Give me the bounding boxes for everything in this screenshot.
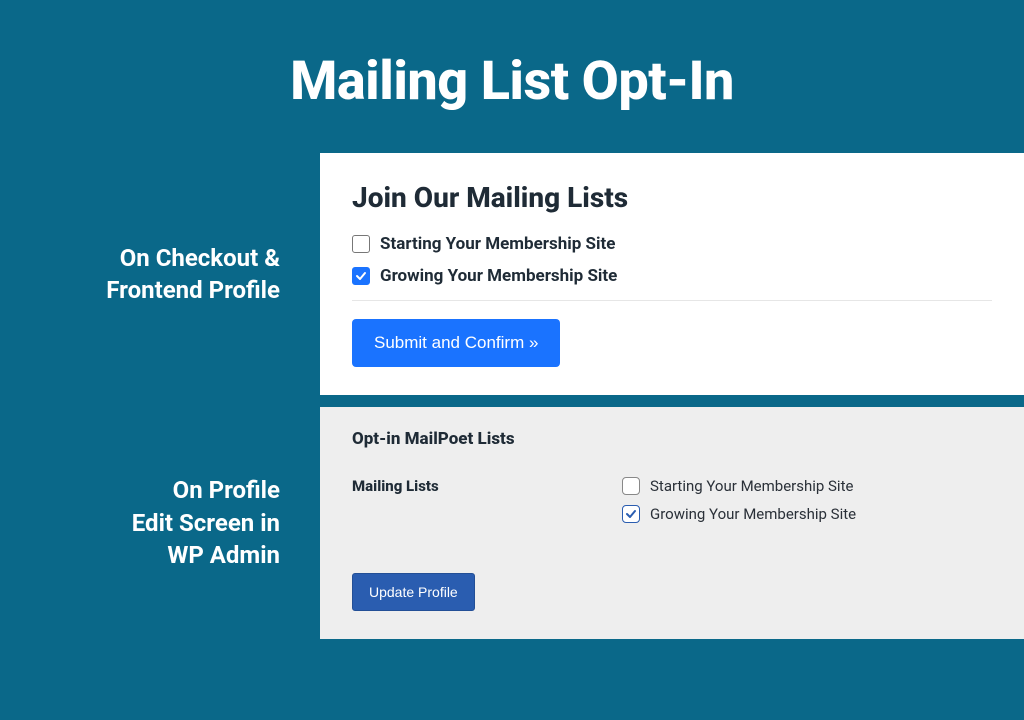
mailing-list-option[interactable]: Starting Your Membership Site bbox=[352, 234, 992, 254]
panel-heading: Join Our Mailing Lists bbox=[352, 181, 992, 214]
field-label: Mailing Lists bbox=[352, 477, 582, 495]
caption-line: Edit Screen in bbox=[0, 507, 280, 539]
option-label: Growing Your Membership Site bbox=[380, 266, 617, 286]
section-checkout: On Checkout & Frontend Profile Join Our … bbox=[0, 153, 1024, 395]
panel-wpadmin: Opt-in MailPoet Lists Mailing Lists Star… bbox=[320, 407, 1024, 639]
option-label: Starting Your Membership Site bbox=[650, 477, 853, 495]
field-options: Starting Your Membership Site Growing Yo… bbox=[622, 477, 992, 533]
panel-subheading: Opt-in MailPoet Lists bbox=[352, 429, 992, 449]
checkbox-unchecked-icon[interactable] bbox=[622, 477, 640, 495]
mailing-lists-field: Mailing Lists Starting Your Membership S… bbox=[352, 477, 992, 533]
caption-line: Frontend Profile bbox=[0, 274, 280, 306]
panel-checkout-frontend: Join Our Mailing Lists Starting Your Mem… bbox=[320, 153, 1024, 395]
mailing-list-option[interactable]: Growing Your Membership Site bbox=[352, 266, 992, 286]
content-area: On Checkout & Frontend Profile Join Our … bbox=[0, 153, 1024, 639]
submit-confirm-button[interactable]: Submit and Confirm » bbox=[352, 319, 560, 367]
caption-line: WP Admin bbox=[0, 539, 280, 571]
checkbox-unchecked-icon[interactable] bbox=[352, 235, 370, 253]
caption-line: On Checkout & bbox=[0, 242, 280, 274]
checkbox-checked-icon[interactable] bbox=[352, 267, 370, 285]
section-wpadmin: On Profile Edit Screen in WP Admin Opt-i… bbox=[0, 407, 1024, 639]
update-profile-button[interactable]: Update Profile bbox=[352, 573, 475, 611]
option-label: Starting Your Membership Site bbox=[380, 234, 615, 254]
divider bbox=[352, 300, 992, 301]
checkbox-checked-icon[interactable] bbox=[622, 505, 640, 523]
section-caption-wpadmin: On Profile Edit Screen in WP Admin bbox=[0, 474, 300, 571]
mailing-list-option[interactable]: Starting Your Membership Site bbox=[622, 477, 992, 495]
mailing-list-option[interactable]: Growing Your Membership Site bbox=[622, 505, 992, 523]
page-title: Mailing List Opt-In bbox=[0, 0, 1024, 153]
option-label: Growing Your Membership Site bbox=[650, 505, 856, 523]
section-caption-checkout: On Checkout & Frontend Profile bbox=[0, 242, 300, 307]
caption-line: On Profile bbox=[0, 474, 280, 506]
